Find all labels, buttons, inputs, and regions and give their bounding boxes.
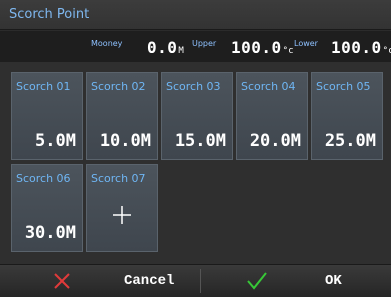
tile-value: 15.0M: [174, 131, 226, 151]
mooney-label: Mooney: [91, 39, 123, 48]
upper-unit: °c: [282, 46, 294, 56]
plus-icon: [113, 205, 131, 224]
x-icon: [54, 273, 70, 289]
upper-label: Upper: [192, 39, 217, 48]
tile-value: 30.0M: [24, 223, 76, 243]
tile-name: Scorch 05: [316, 80, 371, 93]
scorch-grid: Scorch 01 5.0M Scorch 02 10.0M Scorch 03…: [0, 62, 391, 264]
check-icon: [247, 272, 267, 290]
scorch-tile-05[interactable]: Scorch 05 25.0M: [311, 72, 383, 160]
scorch-tile-04[interactable]: Scorch 04 20.0M: [236, 72, 308, 160]
scorch-tile-06[interactable]: Scorch 06 30.0M: [11, 164, 83, 252]
tile-name: Scorch 07: [91, 172, 146, 185]
lower-value: 100.0: [331, 38, 382, 57]
tile-name: Scorch 06: [16, 172, 71, 185]
mooney-readout: 0.0M: [147, 38, 184, 57]
tile-value: 5.0M: [35, 131, 76, 151]
upper-value: 100.0: [231, 38, 282, 57]
action-bar: Cancel OK: [0, 264, 391, 297]
cancel-button[interactable]: Cancel: [0, 265, 200, 297]
scorch-tile-02[interactable]: Scorch 02 10.0M: [86, 72, 158, 160]
lower-readout: 100.0°c: [331, 38, 391, 57]
tile-value: 10.0M: [99, 131, 151, 151]
tile-value: 20.0M: [249, 131, 301, 151]
status-bar: Mooney 0.0M Upper 100.0°c Lower 100.0°c: [0, 31, 391, 62]
ok-label: OK: [325, 273, 342, 289]
tile-name: Scorch 02: [91, 80, 146, 93]
add-scorch-tile[interactable]: Scorch 07: [86, 164, 158, 252]
tile-name: Scorch 01: [16, 80, 71, 93]
tile-name: Scorch 04: [241, 80, 296, 93]
lower-unit: °c: [382, 46, 391, 56]
scorch-tile-01[interactable]: Scorch 01 5.0M: [11, 72, 83, 160]
mooney-value: 0.0: [147, 38, 178, 57]
window-title: Scorch Point: [0, 0, 391, 30]
lower-label: Lower: [294, 39, 318, 48]
cancel-label: Cancel: [124, 273, 175, 289]
tile-name: Scorch 03: [166, 80, 221, 93]
upper-readout: 100.0°c: [231, 38, 294, 57]
tile-value: 25.0M: [324, 131, 376, 151]
scorch-tile-03[interactable]: Scorch 03 15.0M: [161, 72, 233, 160]
ok-button[interactable]: OK: [201, 265, 391, 297]
mooney-unit: M: [178, 46, 184, 56]
